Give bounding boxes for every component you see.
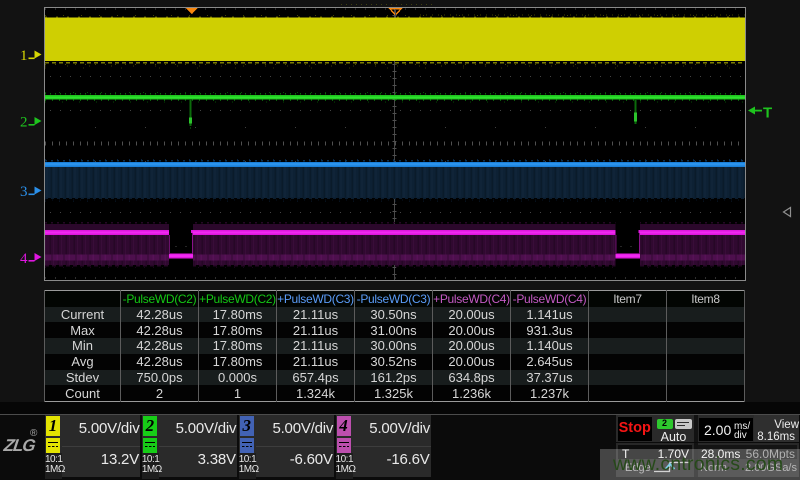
svg-text:4: 4 — [20, 251, 28, 267]
svg-text:T: T — [763, 105, 772, 122]
svg-text:2: 2 — [20, 115, 28, 131]
svg-text:3: 3 — [20, 184, 28, 200]
svg-text:1: 1 — [20, 48, 28, 64]
